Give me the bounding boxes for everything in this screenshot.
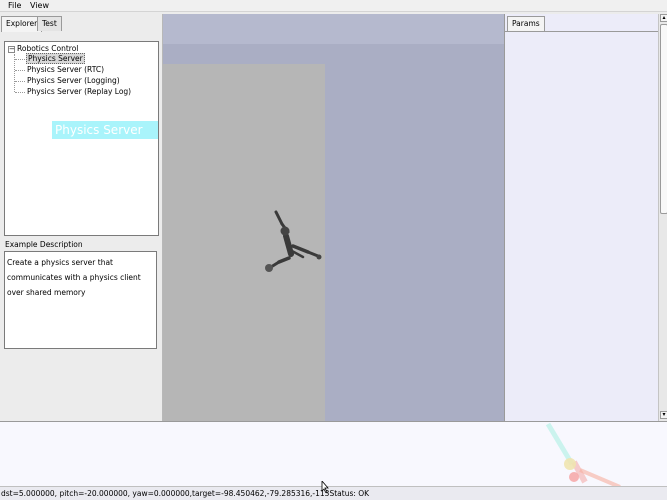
3d-viewport[interactable]: [163, 14, 504, 421]
tab-test[interactable]: Test: [37, 16, 62, 31]
scroll-thumb[interactable]: [660, 24, 667, 214]
robot-right-leg-lower: [306, 250, 320, 258]
explorer-panel: Explorer Test − Robotics Control Physics …: [0, 14, 163, 421]
tree-root-label: Robotics Control: [17, 44, 79, 53]
robot-ghost-overlay: [545, 422, 621, 486]
status-bar: dst=5.000000, pitch=-20.000000, yaw=0.00…: [0, 486, 667, 500]
tree-item-label: Physics Server (RTC): [27, 65, 104, 74]
description-line: Create a physics server that: [7, 258, 113, 267]
camera-status-text: dst=5.000000, pitch=-20.000000, yaw=0.00…: [1, 489, 330, 498]
params-panel: Params ▴ ▾: [504, 14, 667, 421]
tree-item-label: Physics Server (Logging): [27, 76, 120, 85]
robot-foot: [265, 264, 273, 272]
robot-left-leg-upper: [277, 256, 291, 264]
description-line: over shared memory: [7, 288, 86, 297]
menu-view[interactable]: View: [28, 1, 51, 10]
tree-root-robotics-control[interactable]: − Robotics Control: [8, 44, 78, 53]
robot-hand: [316, 254, 322, 260]
tree-item-label: Physics Server (Replay Log): [27, 87, 132, 96]
tab-params[interactable]: Params: [507, 16, 545, 31]
description-heading: Example Description: [5, 240, 83, 249]
tree-item-physics-server-rtc[interactable]: Physics Server (RTC): [15, 65, 105, 74]
robot-head: [280, 226, 290, 236]
robot-torso: [283, 233, 294, 257]
robot-right-leg-upper: [291, 244, 310, 254]
output-panel: [0, 421, 667, 486]
mouse-cursor-icon: [321, 481, 329, 493]
menu-file[interactable]: File: [6, 1, 23, 10]
menu-bar: File View: [0, 0, 667, 12]
scroll-down-icon[interactable]: ▾: [660, 411, 667, 419]
scroll-up-icon[interactable]: ▴: [660, 14, 667, 22]
params-scrollbar[interactable]: ▴ ▾: [658, 14, 667, 421]
tree-item-physics-server-logging[interactable]: Physics Server (Logging): [15, 76, 121, 85]
robot-arm-upper: [274, 210, 284, 226]
drag-preview-label: Physics Server: [52, 121, 158, 139]
collapse-icon[interactable]: −: [8, 45, 15, 53]
description-line: communicates with a physics client: [7, 273, 141, 282]
tree-item-physics-server[interactable]: Physics Server: [15, 53, 85, 64]
tree-item-physics-server-replay-log[interactable]: Physics Server (Replay Log): [15, 87, 132, 96]
description-text-box: Create a physics server that communicate…: [4, 251, 157, 349]
params-content: [505, 31, 658, 421]
humanoid-robot[interactable]: [163, 14, 504, 421]
status-text: Status: OK: [329, 489, 370, 498]
tree-item-label: Physics Server: [26, 53, 85, 64]
